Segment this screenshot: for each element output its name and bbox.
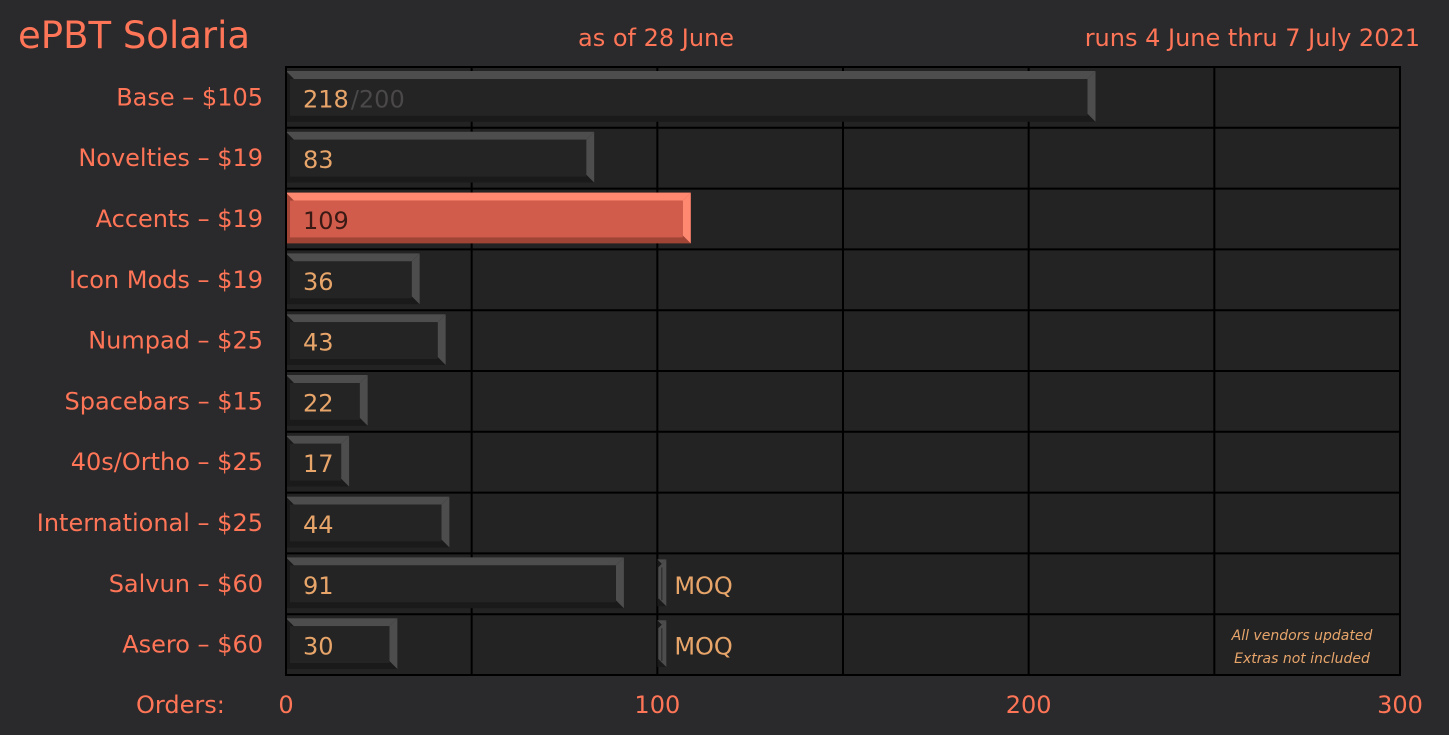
x-tick-label: 200 (1006, 691, 1052, 719)
category-label: International – $25 (37, 509, 263, 537)
category-label: Icon Mods – $19 (69, 266, 263, 294)
moq-label: MOQ (674, 633, 733, 661)
data-label: 30 (303, 633, 334, 661)
moq-label: MOQ (674, 572, 733, 600)
x-tick-label: 100 (634, 691, 680, 719)
category-label: Base – $105 (116, 83, 263, 111)
x-tick-label: 0 (278, 691, 293, 719)
data-label: 109 (303, 207, 349, 235)
data-label: 218 (303, 85, 349, 113)
x-axis-label: Orders: (136, 691, 225, 719)
bar (286, 71, 1096, 122)
data-label: 36 (303, 268, 334, 296)
moq-marker (657, 620, 667, 667)
bar-chart: 218/200 Base – $105 83 Novelties – $19 109 Ac… (37, 66, 1423, 719)
data-label: 91 (303, 572, 334, 600)
moq-marker (657, 559, 667, 607)
category-label: Spacebars – $15 (64, 387, 263, 415)
bar (286, 557, 624, 609)
category-label: Asero – $60 (122, 631, 263, 659)
note-text: All vendors updated (1231, 628, 1373, 644)
note-text: Extras not included (1234, 651, 1370, 667)
category-label: Accents – $19 (96, 205, 263, 233)
category-label: 40s/Ortho – $25 (71, 448, 263, 476)
data-label: 43 (303, 329, 334, 357)
data-label: 44 (303, 511, 334, 539)
x-tick-label: 300 (1377, 691, 1423, 719)
data-label: 17 (303, 450, 334, 478)
target-label: /200 (351, 85, 405, 113)
category-label: Numpad – $25 (88, 327, 263, 355)
category-label: Salvun – $60 (109, 570, 263, 598)
data-label: 83 (303, 146, 334, 174)
category-label: Novelties – $19 (78, 144, 263, 172)
data-label: 22 (303, 389, 334, 417)
